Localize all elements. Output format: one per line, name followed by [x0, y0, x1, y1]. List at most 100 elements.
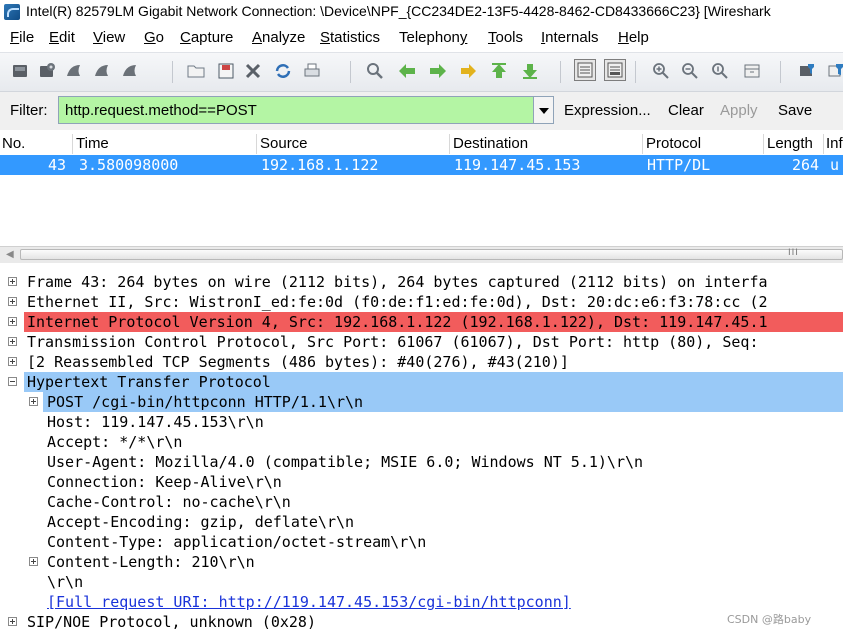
zoom-in-icon[interactable] [651, 61, 671, 81]
details-row-text: User-Agent: Mozilla/4.0 (compatible; MSI… [47, 453, 644, 471]
packet-row-selected[interactable]: 43 3.580098000 192.168.1.122 119.147.45.… [0, 155, 843, 175]
details-row[interactable]: Transmission Control Protocol, Src Port:… [0, 332, 843, 352]
scroll-left-arrow-icon[interactable]: ◀ [6, 249, 14, 260]
packet-source: 192.168.1.122 [261, 156, 379, 174]
expression-button[interactable]: Expression... [564, 102, 651, 119]
details-row[interactable]: Connection: Keep-Alive\r\n [0, 472, 843, 492]
column-header-time[interactable]: Time [76, 135, 256, 152]
menu-go[interactable]: Go [144, 29, 164, 46]
menu-capture[interactable]: Capture [180, 29, 233, 46]
details-row[interactable]: [Full request URI: http://119.147.45.153… [0, 592, 843, 612]
print-icon[interactable] [302, 61, 322, 81]
column-header-protocol[interactable]: Protocol [646, 135, 762, 152]
start-capture-icon[interactable] [64, 61, 84, 81]
menu-help[interactable]: Help [618, 29, 649, 46]
column-header-destination[interactable]: Destination [453, 135, 641, 152]
details-row-text: Transmission Control Protocol, Src Port:… [27, 333, 759, 351]
details-row[interactable]: Hypertext Transfer Protocol [0, 372, 843, 392]
reload-icon[interactable] [273, 61, 293, 81]
toolbar-separator [780, 61, 781, 83]
go-back-icon[interactable] [397, 61, 417, 81]
go-to-packet-icon[interactable] [458, 61, 478, 81]
normal-size-icon[interactable] [710, 61, 730, 81]
details-row[interactable]: \r\n [0, 572, 843, 592]
expand-plus-icon[interactable] [8, 277, 17, 286]
go-last-icon[interactable] [520, 61, 540, 81]
open-file-icon[interactable] [186, 61, 206, 81]
menu-view[interactable]: View [93, 29, 125, 46]
colorize-icon[interactable] [574, 59, 596, 81]
details-row-text: Connection: Keep-Alive\r\n [47, 473, 282, 491]
scrollbar-thumb[interactable] [20, 249, 843, 260]
details-row-text: Internet Protocol Version 4, Src: 192.16… [27, 313, 768, 331]
capture-options-icon[interactable] [37, 61, 57, 81]
toolbar-separator [560, 61, 561, 83]
details-row-text: Cache-Control: no-cache\r\n [47, 493, 291, 511]
details-row[interactable]: Content-Type: application/octet-stream\r… [0, 532, 843, 552]
restart-capture-icon[interactable] [120, 61, 140, 81]
details-row[interactable]: Frame 43: 264 bytes on wire (2112 bits),… [0, 272, 843, 292]
packet-details-tree: Frame 43: 264 bytes on wire (2112 bits),… [0, 272, 843, 634]
details-row[interactable]: User-Agent: Mozilla/4.0 (compatible; MSI… [0, 452, 843, 472]
details-row-text: Host: 119.147.45.153\r\n [47, 413, 264, 431]
save-file-icon[interactable] [216, 61, 236, 81]
expand-plus-icon[interactable] [8, 317, 17, 326]
capture-filters-icon[interactable] [797, 61, 817, 81]
details-row[interactable]: Accept: */*\r\n [0, 432, 843, 452]
interface-list-icon[interactable] [10, 61, 30, 81]
display-filter-input[interactable]: http.request.method==POST [58, 96, 534, 124]
menu-telephony[interactable]: Telephony [399, 29, 467, 46]
details-row[interactable]: Host: 119.147.45.153\r\n [0, 412, 843, 432]
menu-edit[interactable]: Edit [49, 29, 75, 46]
expand-plus-icon[interactable] [29, 397, 38, 406]
expand-plus-icon[interactable] [8, 357, 17, 366]
column-header-length[interactable]: Length [767, 135, 823, 152]
close-file-icon[interactable] [243, 61, 263, 81]
packet-length: 264 [792, 156, 820, 174]
auto-scroll-icon[interactable] [604, 59, 626, 81]
find-packet-icon[interactable] [365, 61, 385, 81]
filter-history-dropdown[interactable] [534, 96, 554, 124]
apply-button[interactable]: Apply [720, 102, 758, 119]
display-filters-icon[interactable] [826, 61, 843, 81]
details-row-text: Frame 43: 264 bytes on wire (2112 bits),… [27, 273, 768, 291]
menu-statistics[interactable]: Statistics [320, 29, 380, 46]
details-row[interactable]: POST /cgi-bin/httpconn HTTP/1.1\r\n [0, 392, 843, 412]
packet-list-horizontal-scrollbar[interactable]: ◀ III [0, 246, 843, 263]
menu-internals[interactable]: Internals [541, 29, 599, 46]
details-row-text: Ethernet II, Src: WistronI_ed:fe:0d (f0:… [27, 293, 768, 311]
go-forward-icon[interactable] [428, 61, 448, 81]
packet-no: 43 [48, 156, 67, 174]
resize-columns-icon[interactable] [742, 61, 762, 81]
column-header-no[interactable]: No. [2, 135, 72, 152]
packet-protocol: HTTP/DL [647, 156, 711, 174]
stop-capture-icon[interactable] [92, 61, 112, 81]
expand-plus-icon[interactable] [8, 337, 17, 346]
details-row[interactable]: Ethernet II, Src: WistronI_ed:fe:0d (f0:… [0, 292, 843, 312]
go-first-icon[interactable] [489, 61, 509, 81]
zoom-out-icon[interactable] [680, 61, 700, 81]
details-row[interactable]: Content-Length: 210\r\n [0, 552, 843, 572]
details-row[interactable]: SIP/NOE Protocol, unknown (0x28) [0, 612, 843, 632]
menu-bar: File Edit View Go Capture Analyze Statistics Te… [0, 26, 843, 50]
packet-destination: 119.147.45.153 [454, 156, 581, 174]
details-row-text: Accept: */*\r\n [47, 433, 183, 451]
details-row[interactable]: [2 Reassembled TCP Segments (486 bytes):… [0, 352, 843, 372]
details-row[interactable]: Accept-Encoding: gzip, deflate\r\n [0, 512, 843, 532]
expand-plus-icon[interactable] [8, 297, 17, 306]
expand-plus-icon[interactable] [8, 617, 17, 626]
collapse-minus-icon[interactable] [8, 377, 17, 386]
menu-analyze[interactable]: Analyze [252, 29, 305, 46]
save-button[interactable]: Save [778, 102, 812, 119]
expand-plus-icon[interactable] [29, 557, 38, 566]
packet-time: 3.580098000 [79, 156, 179, 174]
menu-file[interactable]: File [10, 29, 34, 46]
full-request-uri-link[interactable]: [Full request URI: http://119.147.45.153… [47, 593, 571, 611]
details-row[interactable]: Internet Protocol Version 4, Src: 192.16… [0, 312, 843, 332]
menu-tools[interactable]: Tools [488, 29, 523, 46]
column-header-source[interactable]: Source [260, 135, 448, 152]
details-row[interactable]: Cache-Control: no-cache\r\n [0, 492, 843, 512]
clear-button[interactable]: Clear [668, 102, 704, 119]
filter-bar: Filter: http.request.method==POST Expres… [0, 92, 843, 130]
column-header-info[interactable]: Inf [826, 135, 843, 152]
